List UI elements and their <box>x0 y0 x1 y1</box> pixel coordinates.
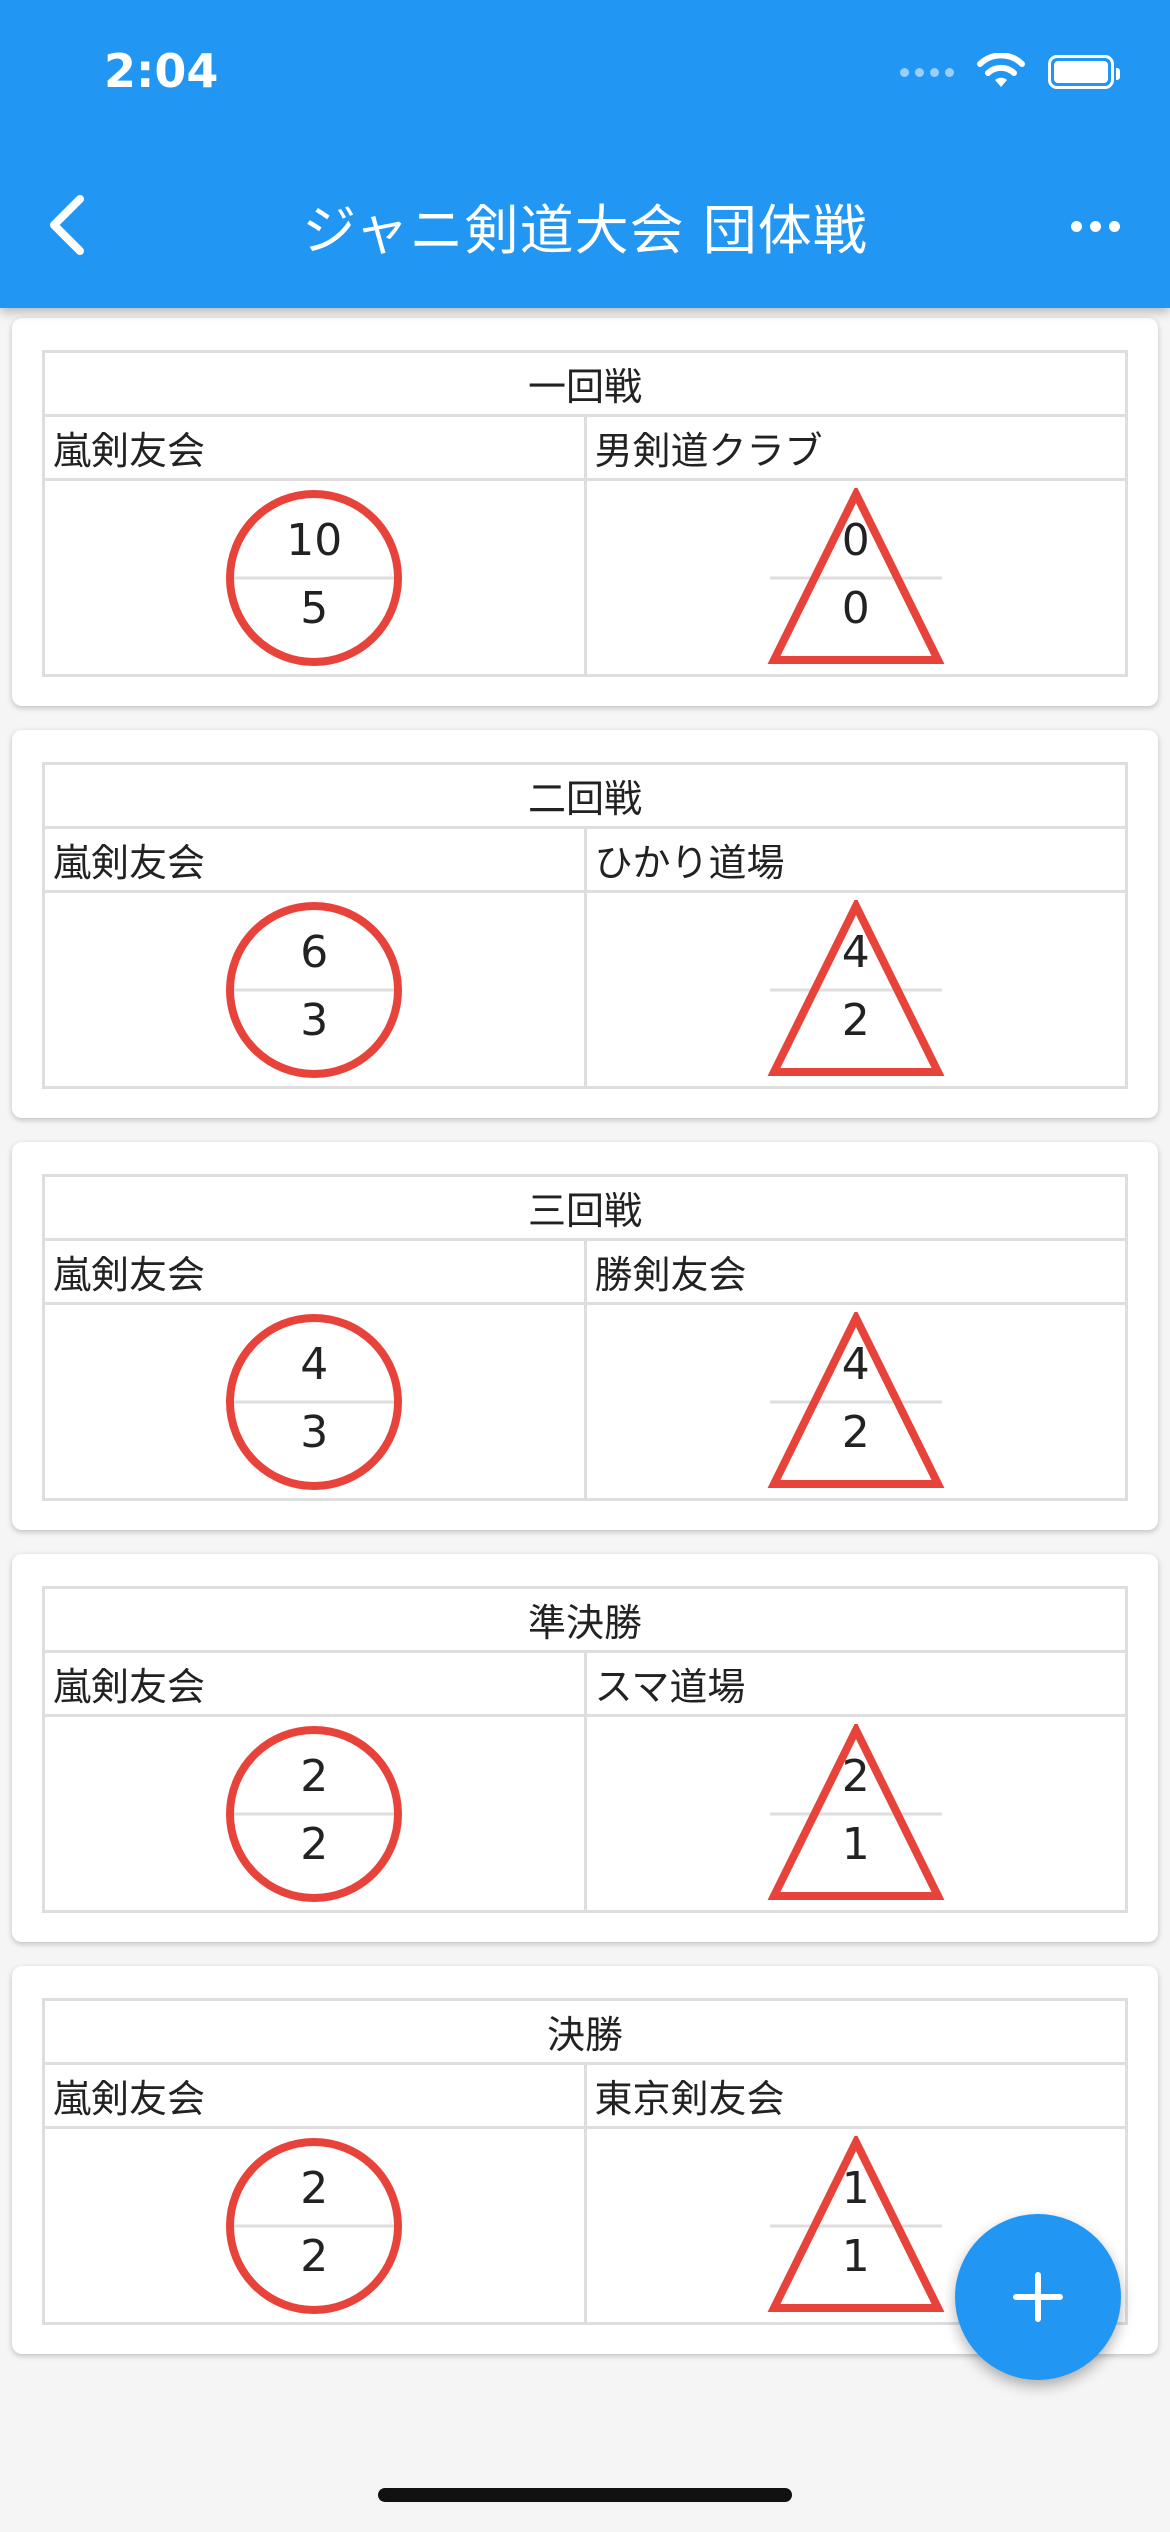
away-wins: 1 <box>841 2162 870 2214</box>
cellular-signal-icon <box>900 67 954 77</box>
round-title: 準決勝 <box>42 1586 1128 1653</box>
away-wins: 2 <box>841 1750 870 1802</box>
plus-icon <box>1013 2272 1063 2322</box>
away-points: 2 <box>841 1406 870 1458</box>
bout-card[interactable]: 三回戦 嵐剣友会 勝剣友会 4 3 4 2 <box>12 1142 1158 1530</box>
bout-table: 三回戦 嵐剣友会 勝剣友会 4 3 4 2 <box>42 1174 1128 1501</box>
home-indicator <box>378 2488 792 2502</box>
home-points: 3 <box>300 1406 329 1458</box>
wifi-icon <box>977 53 1025 87</box>
away-score-cell: 4 2 <box>583 1302 1128 1501</box>
away-wins: 4 <box>841 1338 870 1390</box>
home-wins: 2 <box>300 2162 329 2214</box>
home-score-cell: 6 3 <box>42 890 587 1089</box>
home-score-cell: 2 2 <box>42 1714 587 1913</box>
page-title: ジャニ剣道大会 団体戦 <box>302 199 868 262</box>
away-points: 1 <box>841 1818 870 1870</box>
bout-table: 二回戦 嵐剣友会 ひかり道場 6 3 4 2 <box>42 762 1128 1089</box>
home-points: 5 <box>300 582 329 634</box>
bout-card[interactable]: 一回戦 嵐剣友会 男剣道クラブ 10 5 0 0 <box>12 318 1158 706</box>
bout-table: 準決勝 嵐剣友会 スマ道場 2 2 2 1 <box>42 1586 1128 1913</box>
round-title: 二回戦 <box>42 762 1128 829</box>
battery-icon <box>1048 55 1120 89</box>
away-team-name: スマ道場 <box>583 1650 1128 1717</box>
app-bar: 2:04 ジャニ剣道大会 団体戦 <box>0 0 1170 308</box>
bout-table: 一回戦 嵐剣友会 男剣道クラブ 10 5 0 0 <box>42 350 1128 677</box>
home-score-cell: 4 3 <box>42 1302 587 1501</box>
home-team-name: 嵐剣友会 <box>42 414 587 481</box>
more-menu-button[interactable] <box>1060 196 1130 256</box>
more-horizontal-icon <box>1070 220 1082 232</box>
home-score-cell: 10 5 <box>42 478 587 677</box>
away-points: 0 <box>841 582 870 634</box>
away-team-name: ひかり道場 <box>583 826 1128 893</box>
bout-list: 一回戦 嵐剣友会 男剣道クラブ 10 5 0 0 二回戦 嵐剣友会 ひかり道場 … <box>12 318 1158 2378</box>
home-score-cell: 2 2 <box>42 2126 587 2325</box>
home-wins: 6 <box>300 926 329 978</box>
home-team-name: 嵐剣友会 <box>42 826 587 893</box>
home-team-name: 嵐剣友会 <box>42 2062 587 2129</box>
bout-card[interactable]: 二回戦 嵐剣友会 ひかり道場 6 3 4 2 <box>12 730 1158 1118</box>
home-wins: 10 <box>286 514 343 566</box>
home-team-name: 嵐剣友会 <box>42 1238 587 1305</box>
away-wins: 4 <box>841 926 870 978</box>
status-time: 2:04 <box>104 44 219 98</box>
home-points: 2 <box>300 1818 329 1870</box>
bout-card[interactable]: 準決勝 嵐剣友会 スマ道場 2 2 2 1 <box>12 1554 1158 1942</box>
away-team-name: 東京剣友会 <box>583 2062 1128 2129</box>
home-points: 2 <box>300 2230 329 2282</box>
home-wins: 4 <box>300 1338 329 1390</box>
home-points: 3 <box>300 994 329 1046</box>
round-title: 決勝 <box>42 1998 1128 2065</box>
round-title: 一回戦 <box>42 350 1128 417</box>
away-points: 2 <box>841 994 870 1046</box>
home-team-name: 嵐剣友会 <box>42 1650 587 1717</box>
away-score-cell: 2 1 <box>583 1714 1128 1913</box>
status-icons <box>900 52 1120 92</box>
away-team-name: 男剣道クラブ <box>583 414 1128 481</box>
round-title: 三回戦 <box>42 1174 1128 1241</box>
add-bout-button[interactable] <box>955 2214 1121 2380</box>
away-score-cell: 0 0 <box>583 478 1128 677</box>
home-wins: 2 <box>300 1750 329 1802</box>
away-team-name: 勝剣友会 <box>583 1238 1128 1305</box>
away-wins: 0 <box>841 514 870 566</box>
away-score-cell: 4 2 <box>583 890 1128 1089</box>
